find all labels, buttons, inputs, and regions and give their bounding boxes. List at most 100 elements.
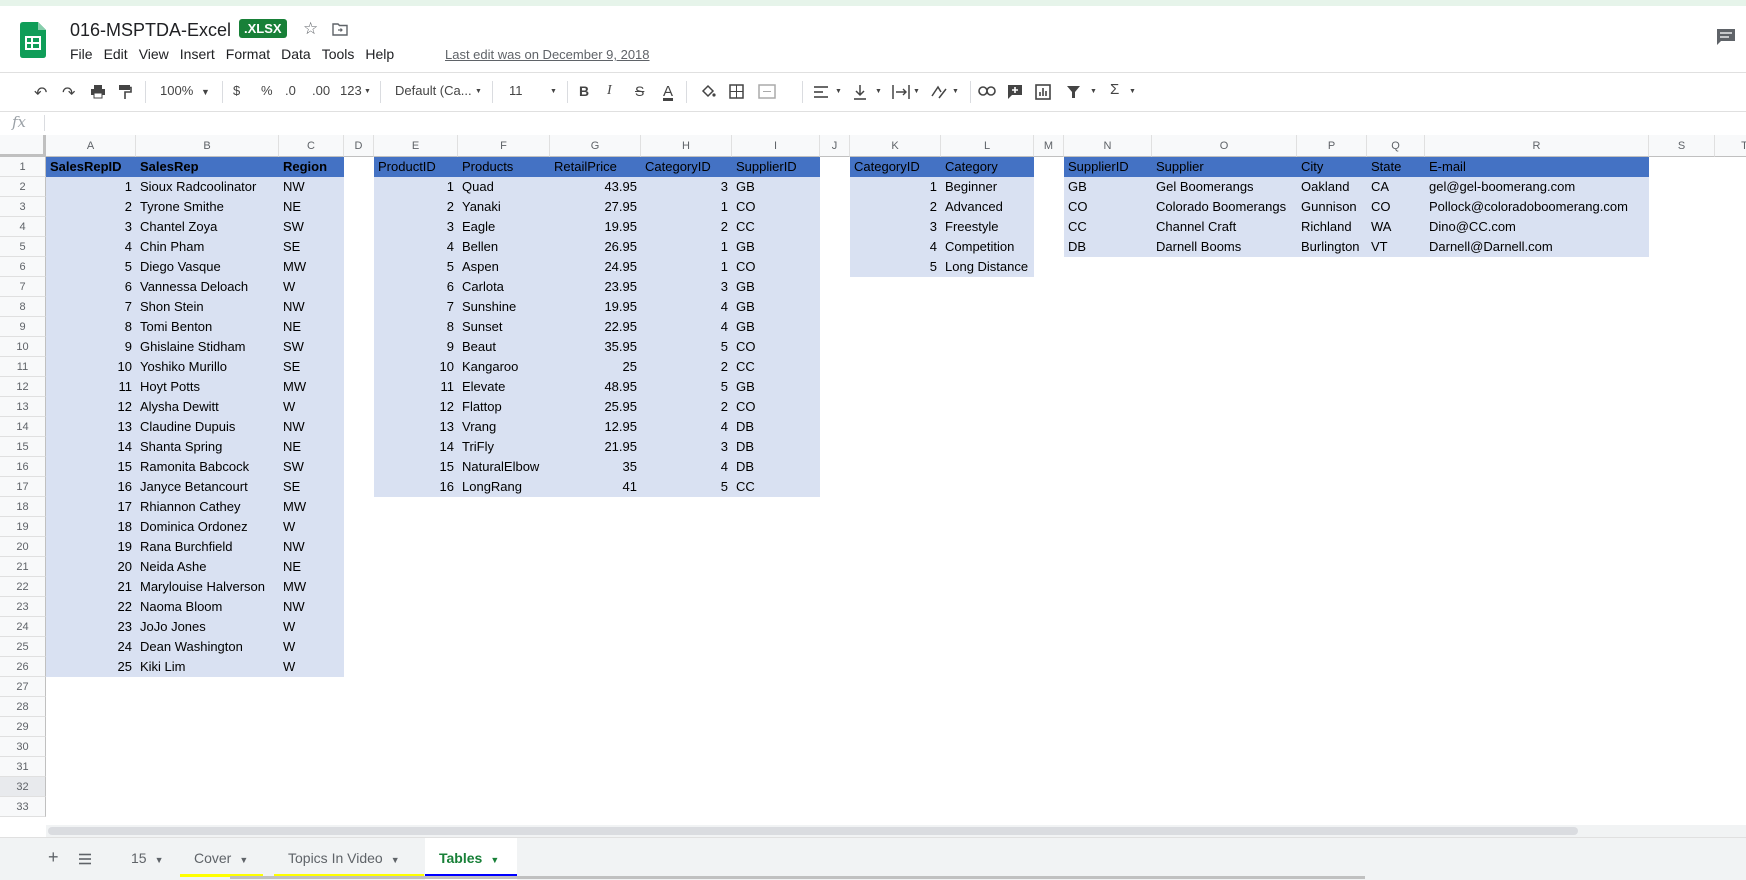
- text-wrapping-icon[interactable]: [892, 84, 910, 100]
- table-cell[interactable]: 2: [641, 357, 732, 377]
- row-header[interactable]: 22: [0, 577, 46, 597]
- table-cell[interactable]: Sioux Radcoolinator: [136, 177, 279, 197]
- table-cell[interactable]: Sunshine: [458, 297, 550, 317]
- menu-view[interactable]: View: [139, 46, 176, 62]
- table-cell[interactable]: NW: [279, 177, 344, 197]
- row-header[interactable]: 5: [0, 237, 46, 257]
- all-sheets-list-icon[interactable]: [78, 853, 92, 865]
- table-cell[interactable]: Quad: [458, 177, 550, 197]
- table-cell[interactable]: 18: [46, 517, 136, 537]
- column-header[interactable]: R: [1425, 135, 1649, 157]
- table-cell[interactable]: Ramonita Babcock: [136, 457, 279, 477]
- text-rotation-chevron-down-icon[interactable]: ▼: [952, 88, 959, 95]
- sheet-tab-15[interactable]: 15 ▼: [117, 838, 178, 880]
- folder-move-icon[interactable]: [332, 22, 348, 36]
- table-cell[interactable]: W: [279, 397, 344, 417]
- table-cell[interactable]: 19: [46, 537, 136, 557]
- table-cell[interactable]: Shanta Spring: [136, 437, 279, 457]
- document-title[interactable]: 016-MSPTDA-Excel: [70, 20, 231, 41]
- table-cell[interactable]: SE: [279, 237, 344, 257]
- column-header[interactable]: J: [820, 135, 850, 157]
- table-cell[interactable]: CO: [732, 257, 820, 277]
- italic-button[interactable]: I: [607, 83, 612, 99]
- table-cell[interactable]: 11: [374, 377, 458, 397]
- table-header-cell[interactable]: City: [1297, 157, 1367, 177]
- table-cell[interactable]: 4: [641, 457, 732, 477]
- table-cell[interactable]: Chantel Zoya: [136, 217, 279, 237]
- column-header[interactable]: A: [46, 135, 136, 157]
- table-cell[interactable]: 23: [46, 617, 136, 637]
- table-cell[interactable]: 27.95: [550, 197, 641, 217]
- table-cell[interactable]: Alysha Dewitt: [136, 397, 279, 417]
- table-cell[interactable]: 4: [374, 237, 458, 257]
- table-cell[interactable]: 35.95: [550, 337, 641, 357]
- zoom-select[interactable]: 100%: [160, 83, 193, 98]
- table-cell[interactable]: CC: [1064, 217, 1152, 237]
- table-cell[interactable]: 22: [46, 597, 136, 617]
- column-header[interactable]: E: [374, 135, 458, 157]
- table-cell[interactable]: W: [279, 637, 344, 657]
- table-cell[interactable]: 10: [374, 357, 458, 377]
- column-header[interactable]: T: [1715, 135, 1746, 157]
- table-cell[interactable]: 2: [850, 197, 941, 217]
- table-cell[interactable]: 3: [850, 217, 941, 237]
- column-header[interactable]: S: [1649, 135, 1715, 157]
- table-cell[interactable]: 12.95: [550, 417, 641, 437]
- table-cell[interactable]: 6: [374, 277, 458, 297]
- table-cell[interactable]: Janyce Betancourt: [136, 477, 279, 497]
- table-cell[interactable]: 19.95: [550, 217, 641, 237]
- row-header[interactable]: 3: [0, 197, 46, 217]
- table-cell[interactable]: DB: [1064, 237, 1152, 257]
- table-cell[interactable]: Hoyt Potts: [136, 377, 279, 397]
- star-icon[interactable]: ☆: [303, 19, 318, 39]
- table-header-cell[interactable]: SalesRepID: [46, 157, 136, 177]
- table-cell[interactable]: Dino@CC.com: [1425, 217, 1649, 237]
- table-cell[interactable]: 12: [374, 397, 458, 417]
- column-header[interactable]: K: [850, 135, 941, 157]
- row-header[interactable]: 1: [0, 157, 46, 177]
- row-header[interactable]: 24: [0, 617, 46, 637]
- column-header[interactable]: C: [279, 135, 344, 157]
- menu-help[interactable]: Help: [365, 46, 401, 62]
- text-wrapping-chevron-down-icon[interactable]: ▼: [913, 88, 920, 95]
- font-size-select[interactable]: 11: [509, 83, 523, 98]
- table-cell[interactable]: MW: [279, 257, 344, 277]
- table-cell[interactable]: Kiki Lim: [136, 657, 279, 677]
- table-cell[interactable]: CO: [1367, 197, 1425, 217]
- table-header-cell[interactable]: CategoryID: [641, 157, 732, 177]
- add-sheet-icon[interactable]: +: [48, 847, 59, 868]
- table-cell[interactable]: SW: [279, 337, 344, 357]
- table-cell[interactable]: WA: [1367, 217, 1425, 237]
- table-cell[interactable]: NE: [279, 317, 344, 337]
- table-cell[interactable]: 25: [46, 657, 136, 677]
- select-all-corner[interactable]: [0, 135, 46, 157]
- table-cell[interactable]: 1: [850, 177, 941, 197]
- table-header-cell[interactable]: Category: [941, 157, 1034, 177]
- increase-decimals-button[interactable]: .00: [312, 83, 330, 98]
- row-header[interactable]: 4: [0, 217, 46, 237]
- table-cell[interactable]: NW: [279, 597, 344, 617]
- table-cell[interactable]: GB: [1064, 177, 1152, 197]
- table-cell[interactable]: W: [279, 617, 344, 637]
- table-cell[interactable]: Tyrone Smithe: [136, 197, 279, 217]
- table-cell[interactable]: Advanced: [941, 197, 1034, 217]
- table-cell[interactable]: MW: [279, 577, 344, 597]
- row-header[interactable]: 10: [0, 337, 46, 357]
- vertical-align-chevron-down-icon[interactable]: ▼: [875, 88, 882, 95]
- table-cell[interactable]: SE: [279, 357, 344, 377]
- table-cell[interactable]: 2: [641, 397, 732, 417]
- table-cell[interactable]: 43.95: [550, 177, 641, 197]
- insert-link-icon[interactable]: [978, 86, 996, 96]
- table-cell[interactable]: GB: [732, 177, 820, 197]
- table-cell[interactable]: 22.95: [550, 317, 641, 337]
- menu-data[interactable]: Data: [281, 46, 318, 62]
- sheets-logo-icon[interactable]: [20, 22, 46, 58]
- table-cell[interactable]: Vrang: [458, 417, 550, 437]
- table-cell[interactable]: Pollock@coloradoboomerang.com: [1425, 197, 1649, 217]
- table-cell[interactable]: 13: [374, 417, 458, 437]
- table-cell[interactable]: 5: [641, 337, 732, 357]
- align-left-icon[interactable]: [813, 85, 829, 99]
- table-cell[interactable]: 3: [641, 437, 732, 457]
- table-header-cell[interactable]: CategoryID: [850, 157, 941, 177]
- column-header[interactable]: Q: [1367, 135, 1425, 157]
